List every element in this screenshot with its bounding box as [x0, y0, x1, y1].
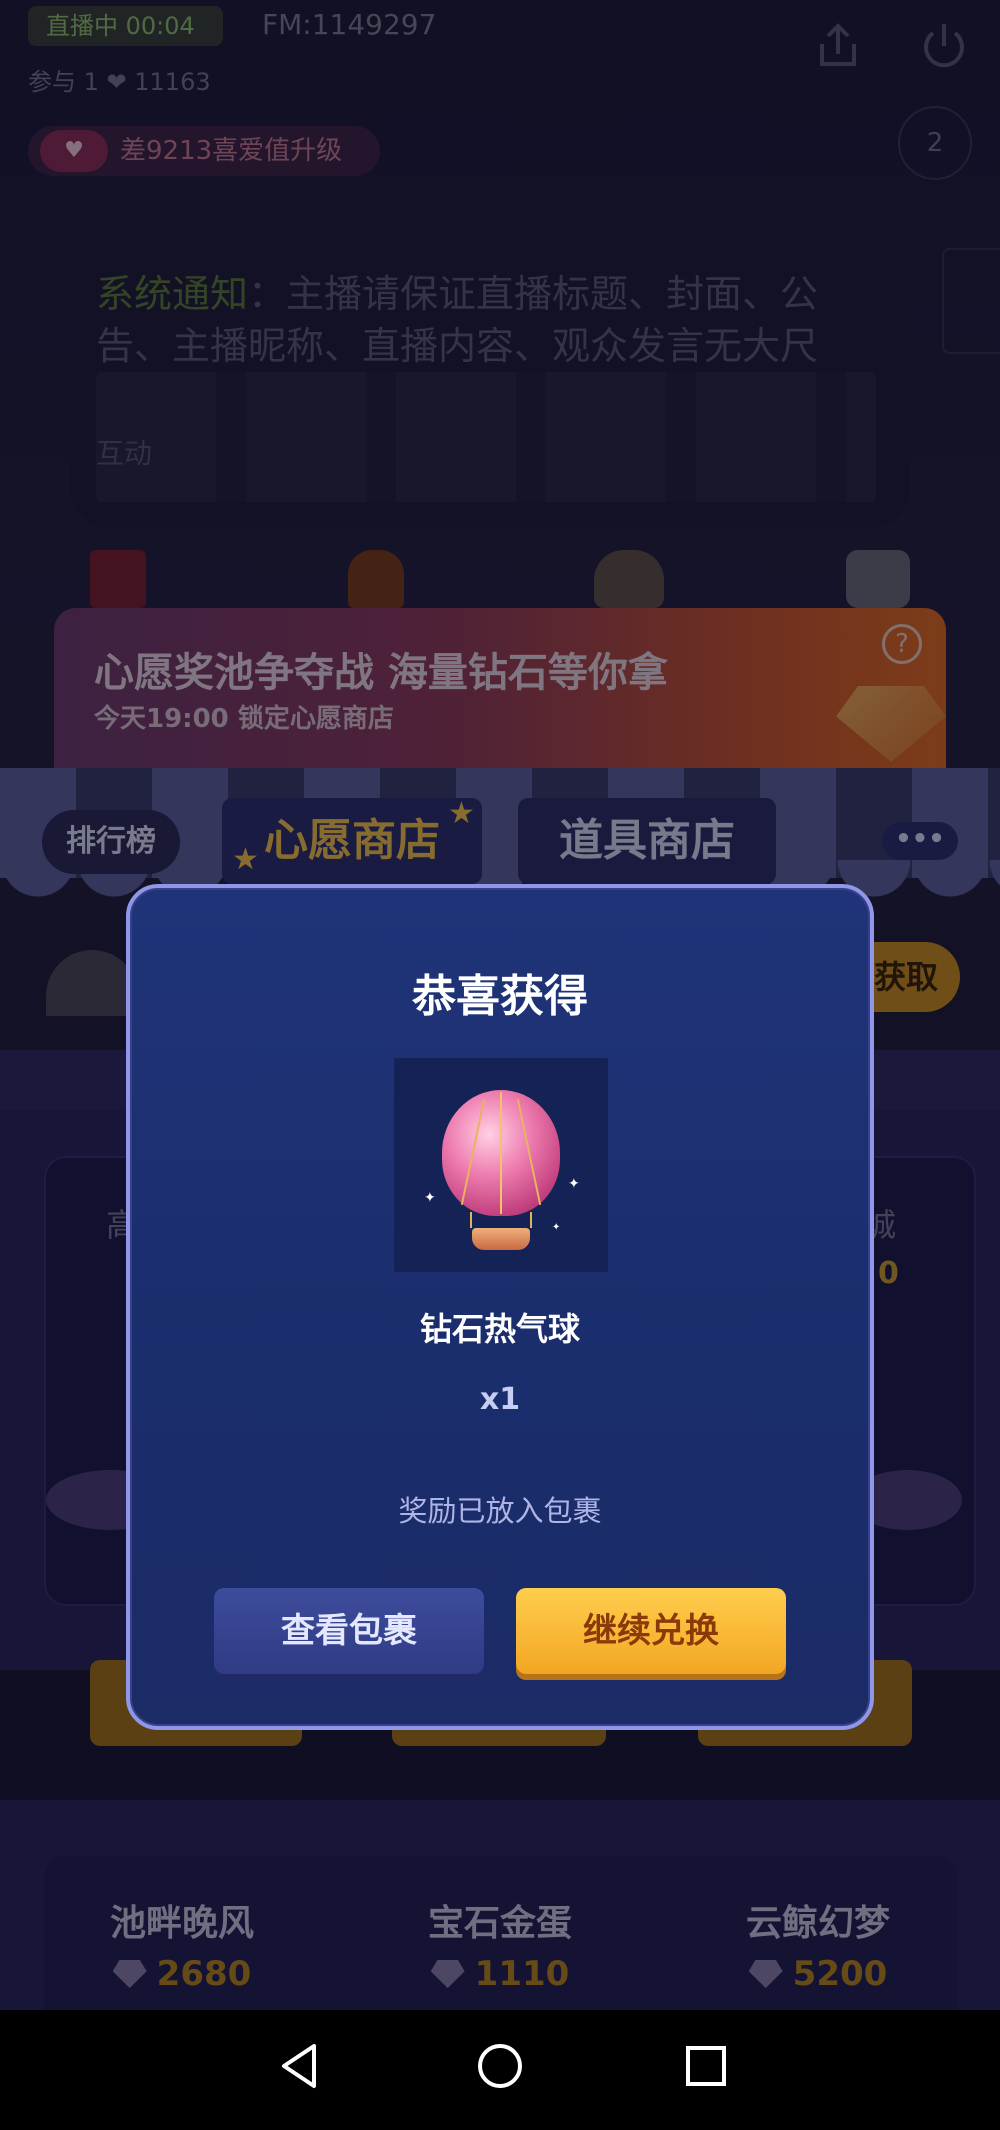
view-backpack-button[interactable]: 查看包裹 [214, 1588, 484, 1674]
prize-name: 钻石热气球 [419, 1310, 580, 1348]
dialog-title: 恭喜获得 [412, 971, 588, 1022]
reward-note: 奖励已放入包裹 [398, 1494, 602, 1528]
prize-count: x1 [479, 1382, 521, 1417]
sparkle-icon: ✦ [552, 1222, 561, 1233]
recent-apps-icon[interactable] [676, 2036, 736, 2096]
continue-exchange-button[interactable]: 继续兑换 [516, 1588, 786, 1674]
home-icon[interactable] [470, 2036, 530, 2096]
sparkle-icon: ✦ [568, 1176, 580, 1192]
back-icon[interactable] [270, 2036, 330, 2096]
balloon-rope [470, 1212, 532, 1228]
balloon-detail [500, 1092, 502, 1214]
sparkle-icon: ✦ [424, 1190, 436, 1206]
balloon-basket [472, 1228, 530, 1250]
